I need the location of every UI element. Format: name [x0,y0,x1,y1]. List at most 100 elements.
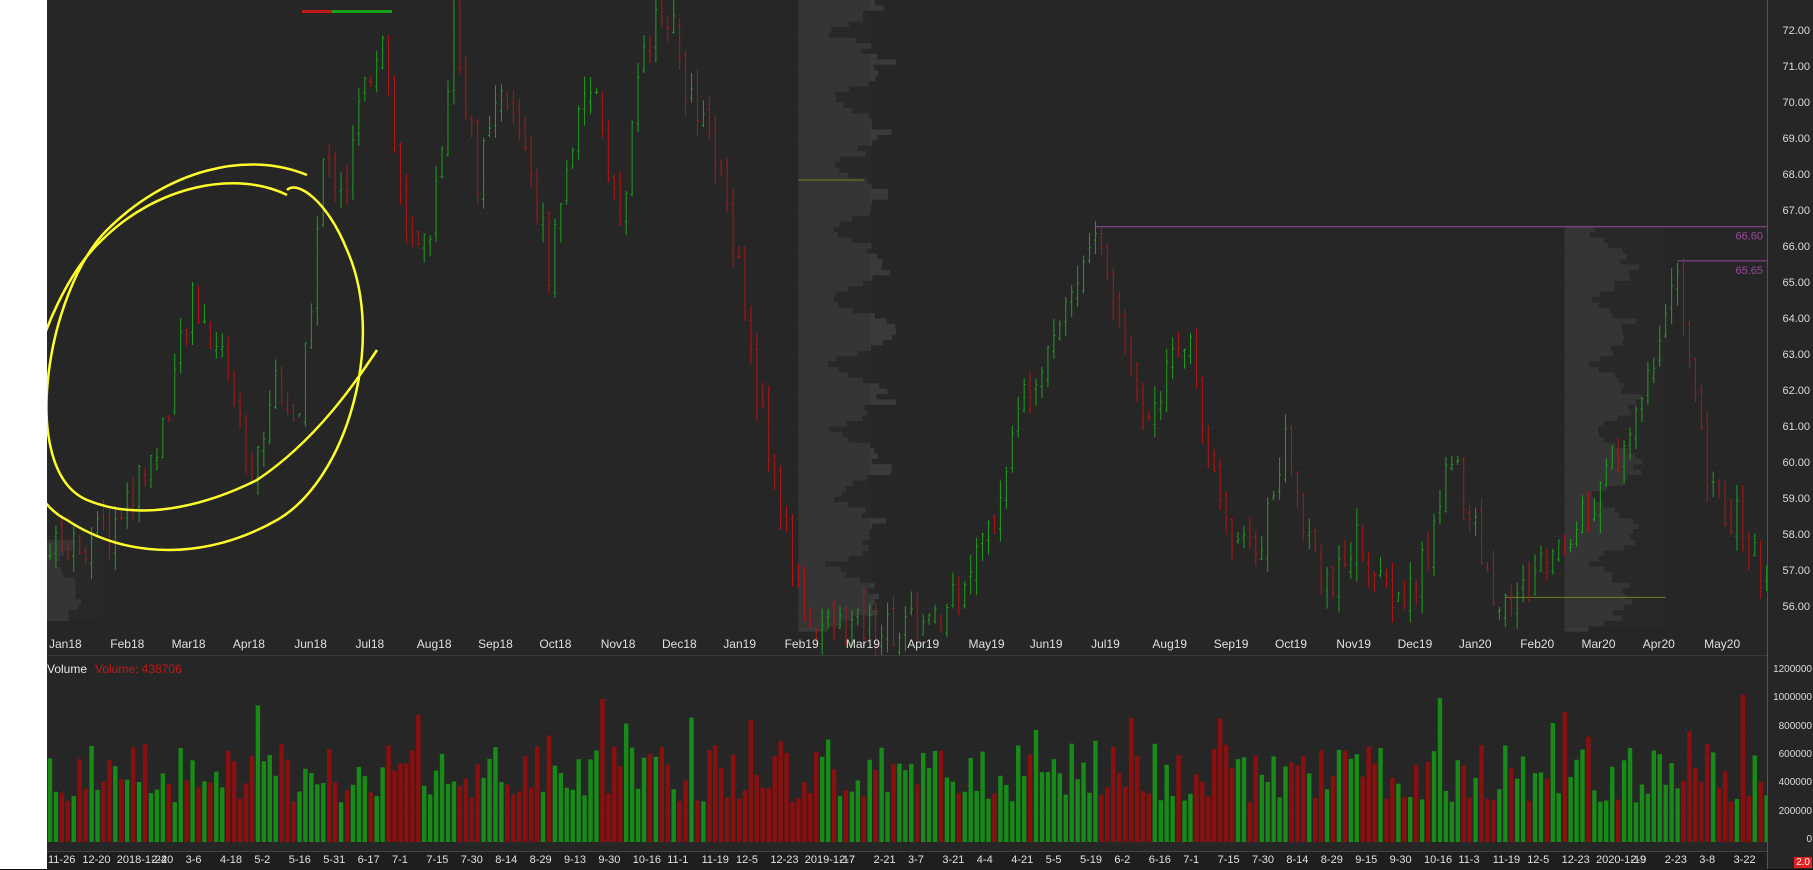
month-label: Jul18 [356,637,385,651]
candle [1177,331,1181,358]
volume-bar [95,789,100,842]
volume-bar [1514,778,1520,842]
volume-bar [1532,773,1538,842]
volume-bar [469,797,474,842]
volume-readout: Volume: 438706 [95,662,182,676]
volume-bar [1283,766,1288,842]
volume-bar [83,788,88,842]
candle [1004,466,1008,509]
candle [571,147,575,169]
candle [1723,481,1727,527]
candle [1212,449,1216,473]
date-axis-label: 11-19 [1492,854,1521,866]
volume-bar [1705,743,1710,842]
candle [410,216,414,248]
volume-bar [261,761,267,842]
volume-bar [1271,756,1276,842]
volume-bar [582,795,587,842]
price-panel[interactable]: 66.60 65.65 Jan18 Feb18 Mar18 Apr18 Jun18 Jul18… [24,0,1775,670]
volume-bar [730,754,736,842]
volume-bar [962,791,967,842]
volume-bar [1408,797,1413,842]
candle [470,115,474,138]
price-chart[interactable]: 66.60 65.65 Jan18 Feb18 Mar18 Apr18 Jun18 Jul18… [24,0,1775,670]
volume-bar [665,764,670,842]
month-label: Feb20 [1520,637,1554,651]
volume-bar [1176,755,1181,842]
volume-bar [1378,747,1383,842]
volume-bar [523,756,528,842]
date-axis-label: 6-16 [1148,854,1171,866]
date-axis[interactable]: 11-26 12-20 2018-1-24 2-20 3-6 4-18 5-2 5-16 5-3… [47,851,1767,870]
candle [749,305,753,364]
volume-bar [481,777,486,842]
price-axis-label: 63.00 [1782,349,1810,362]
candle [1385,568,1388,589]
candle [1093,220,1097,255]
candle [488,115,492,138]
candle [416,231,420,246]
candle [232,370,236,408]
candle [981,532,985,561]
candle [369,76,373,87]
candle [1735,484,1739,551]
candle [1491,550,1495,606]
date-axis-label: 7-15 [426,854,449,866]
volume-bar [89,746,94,842]
volume-bar [588,759,593,842]
candle [345,165,349,205]
volume-bar [796,798,801,842]
candle [1200,376,1204,444]
candle [589,77,593,115]
month-label: Jul19 [1091,637,1120,651]
candle [725,157,729,212]
date-axis-label: 9-30 [1389,854,1412,866]
volume-bar [1324,789,1330,842]
candle [785,505,789,533]
volume-bar [677,801,682,842]
price-axis[interactable]: 2.0 72.00 71.00 70.00 69.00 68.00 67.00 66.00 6… [1767,0,1813,869]
volume-bar [1170,795,1175,842]
volume-bar [1289,762,1294,842]
volume-bar [1200,781,1205,842]
volume-bar [451,781,457,842]
volume-panel[interactable]: Volume Volume: 438706 [47,655,1775,852]
volume-bar [107,760,112,842]
candle [1218,459,1222,510]
volume-bar [653,756,659,842]
date-axis-label: 5-31 [323,854,346,866]
volume-bar [1627,748,1633,842]
candle [1480,498,1484,565]
candle [1171,337,1175,380]
chart-area[interactable]: 66.60 65.65 Jan18 Feb18 Mar18 Apr18 Jun18 Jul18… [24,0,1775,870]
volume-bar [1301,755,1306,842]
candle [1117,291,1121,328]
price-axis-label: 69.00 [1782,133,1810,146]
candle [1551,548,1555,575]
volume-bar [701,801,706,842]
volume-bar [820,756,825,842]
volume-bar [386,745,391,842]
volume-bar [1033,730,1039,842]
candle [1485,561,1489,572]
candle [1432,513,1436,577]
candle [161,417,165,459]
volume-bar [606,793,611,842]
candle [927,613,931,625]
volume-bar [309,772,314,842]
volume-bar [475,764,480,842]
candle [143,468,147,487]
candle [179,318,183,374]
level-line-label: 65.65 [1735,265,1763,277]
volume-bar [915,784,920,842]
candle [975,537,979,596]
volume-chart[interactable] [47,656,1775,852]
candle [1016,396,1020,438]
candle [565,160,569,205]
left-window-edge [0,0,47,869]
candle [499,84,503,122]
level-line-label: 66.60 [1735,231,1763,243]
candle [1687,320,1691,369]
volume-bar [136,781,142,842]
volume-bar [1313,797,1318,842]
